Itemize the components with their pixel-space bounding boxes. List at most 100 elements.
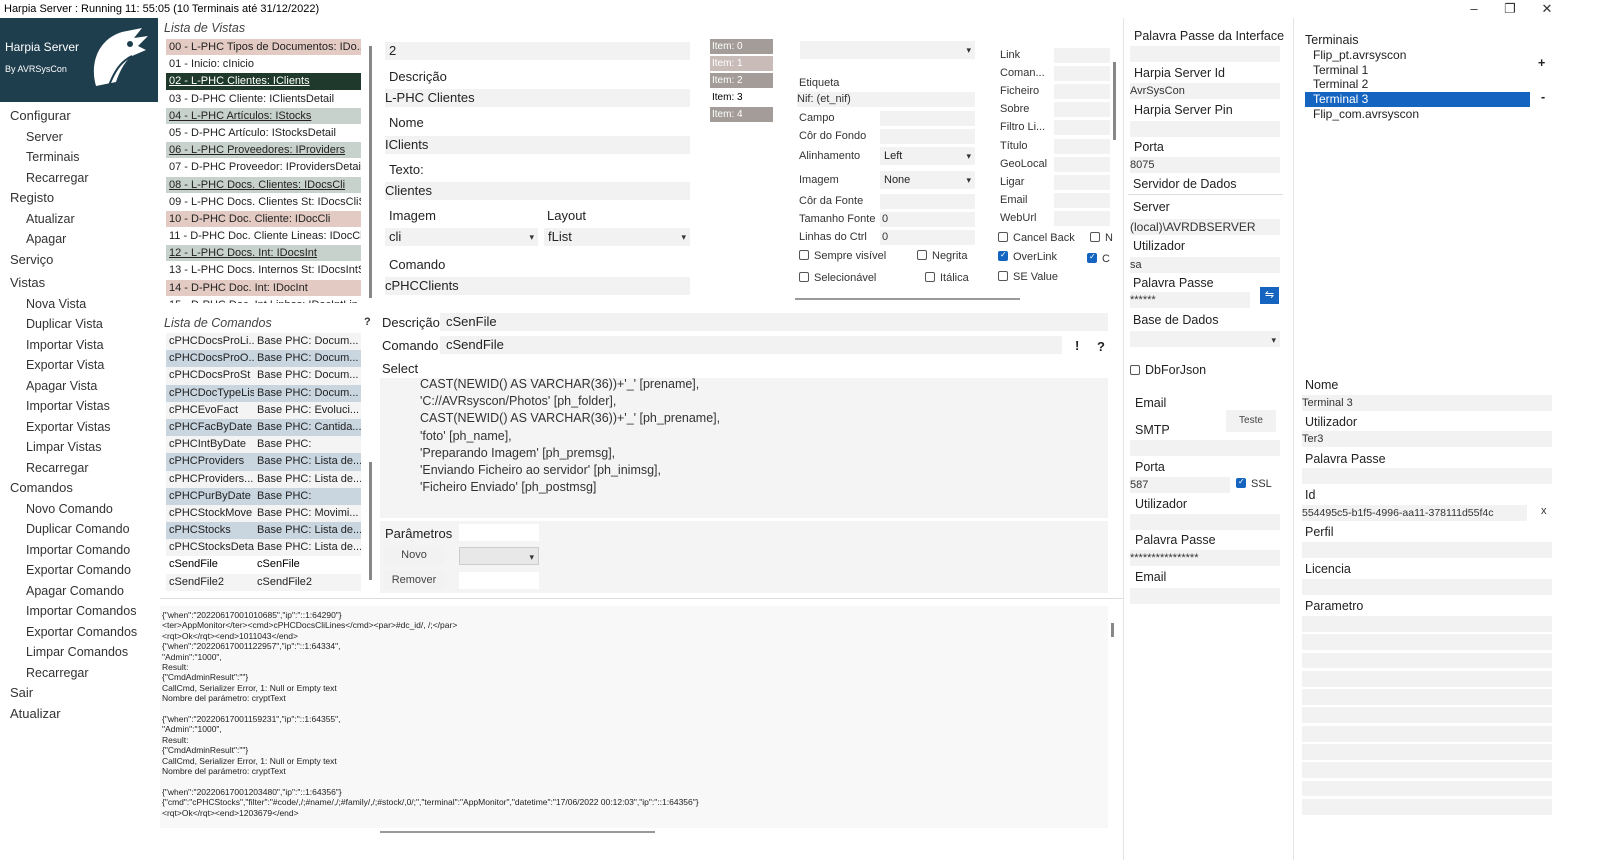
item-list-item[interactable]: Item: 2: [710, 73, 773, 88]
cmd-field[interactable]: cPHCClients: [385, 277, 690, 295]
cmd-desc-field[interactable]: cSenFile: [440, 313, 1108, 331]
terminal-list-item[interactable]: Terminal 3: [1305, 92, 1530, 107]
param-row-field[interactable]: [1302, 707, 1552, 724]
overlink-checkbox[interactable]: OverLink: [998, 250, 1057, 263]
name-field[interactable]: IClients: [385, 136, 690, 154]
etiqueta-field[interactable]: Nif: (et_nif): [797, 92, 975, 107]
view-number[interactable]: 2: [385, 42, 690, 60]
term-name-field[interactable]: Terminal 3: [1302, 395, 1552, 411]
n-checkbox[interactable]: N: [1090, 232, 1113, 244]
view-list-item[interactable]: 10 - D-PHC Doc. Cliente: IDocCli: [166, 210, 361, 229]
view-list-item[interactable]: 12 - L-PHC Docs. Int: IDocsInt: [166, 245, 361, 263]
table-row[interactable]: cPHCPurByDate Base PHC:: [166, 487, 361, 505]
menu-item[interactable]: Vistas: [0, 273, 158, 294]
menu-item[interactable]: Exportar Vista: [0, 355, 158, 376]
log-hscroll[interactable]: [380, 831, 655, 833]
param-row-field[interactable]: [1302, 725, 1552, 742]
menu-item[interactable]: Terminais: [0, 147, 158, 168]
table-row[interactable]: cPHCDocsProLi... Base PHC: Docum...: [166, 333, 361, 351]
term-perfil-field[interactable]: [1302, 542, 1552, 558]
smtp-user-field[interactable]: [1130, 514, 1280, 530]
cmd-help-button[interactable]: ?: [1097, 339, 1105, 354]
commands-scrollbar[interactable]: [369, 462, 372, 580]
param-select[interactable]: [459, 547, 539, 566]
smtp-field[interactable]: [1130, 440, 1280, 456]
campo-field[interactable]: [880, 111, 975, 126]
prop-geo-field[interactable]: [1054, 156, 1110, 172]
menu-item[interactable]: Recarregar: [0, 168, 158, 189]
ssl-checkbox[interactable]: SSL: [1236, 477, 1272, 490]
menu-item[interactable]: Exportar Comandos: [0, 622, 158, 643]
param-row-field[interactable]: [1302, 762, 1552, 779]
server-id-field[interactable]: AvrSysCon: [1130, 83, 1280, 99]
table-row[interactable]: cPHCFacByDate Base PHC: Cantida...: [166, 418, 361, 437]
menu-item[interactable]: Sair: [0, 683, 158, 704]
item-list-item[interactable]: Item: 4: [710, 107, 773, 122]
item-list-item[interactable]: Item: 1: [710, 56, 773, 71]
view-list-item[interactable]: 06 - L-PHC Proveedores: IProviders: [166, 142, 361, 160]
fonte-field[interactable]: [880, 194, 975, 209]
view-list-item[interactable]: 00 - L-PHC Tipos de Documentos: IDo...: [166, 39, 361, 57]
table-row[interactable]: cPHCDocsProSt Base PHC: Docum...: [166, 367, 361, 385]
table-row[interactable]: cPHCProviders... Base PHC: Lista de...: [166, 470, 361, 488]
item-list-item[interactable]: Item: 0: [710, 39, 773, 54]
smtp-email-field[interactable]: [1130, 588, 1280, 604]
linhas-field[interactable]: 0: [880, 230, 975, 245]
table-row[interactable]: cPHCDocsProO... Base PHC: Docum...: [166, 350, 361, 368]
menu-item[interactable]: Duplicar Comando: [0, 519, 158, 540]
term-id-field[interactable]: 554495c5-b1f5-4996-aa11-378111d55f4c: [1302, 505, 1527, 521]
desc-field[interactable]: L-PHC Clientes: [385, 89, 690, 107]
selec-checkbox[interactable]: Selecionável: [799, 272, 876, 284]
menu-item[interactable]: Limpar Comandos: [0, 642, 158, 663]
view-list-item[interactable]: 09 - L-PHC Docs. Clientes St: IDocsCliSt: [166, 193, 361, 211]
commands-help-button[interactable]: ?: [364, 316, 371, 328]
table-row[interactable]: cPHCEvoFact Base PHC: Evoluci...: [166, 401, 361, 419]
menu-item[interactable]: Importar Comandos: [0, 601, 158, 622]
prop-filtro-field[interactable]: [1054, 120, 1110, 136]
props-scrollbar[interactable]: [1113, 62, 1116, 140]
view-list-item[interactable]: 05 - D-PHC Artículo: IStocksDetail: [166, 124, 361, 143]
smtp-pass-field[interactable]: ****************: [1130, 550, 1280, 566]
terminals-list[interactable]: Flip_pt.avrsyscon Terminal 1 Terminal 2 Ter…: [1305, 48, 1530, 121]
db-user-field[interactable]: sa: [1130, 257, 1280, 273]
menu-item[interactable]: Importar Comando: [0, 540, 158, 561]
prop-link-field[interactable]: [1054, 48, 1110, 63]
menu-item[interactable]: Duplicar Vista: [0, 314, 158, 335]
sql-editor[interactable]: CAST(NEWID() AS VARCHAR(36))+'_' [prenam…: [380, 377, 1108, 518]
param-row-field[interactable]: [1302, 652, 1552, 669]
table-row[interactable]: cPHCStocksDetail Base PHC: Lista de...: [166, 539, 361, 557]
db-pass-field[interactable]: ******: [1130, 292, 1250, 308]
dbjson-checkbox[interactable]: DbForJson: [1130, 363, 1206, 377]
imagem-select[interactable]: None: [880, 171, 975, 189]
cancel-checkbox[interactable]: Cancel Back: [998, 232, 1075, 244]
items-list[interactable]: Item: 0 Item: 1 Item: 2 Item: 3 Item: 4: [710, 39, 773, 124]
tamanho-field[interactable]: 0: [880, 212, 975, 227]
exec-button[interactable]: !: [1075, 338, 1079, 353]
table-row[interactable]: cPHCStockMove Base PHC: Movimi...: [166, 504, 361, 523]
prop-titulo-field[interactable]: [1054, 138, 1110, 154]
menu-item[interactable]: Comandos: [0, 478, 158, 499]
params-field[interactable]: [459, 524, 539, 541]
fundo-field[interactable]: [880, 129, 975, 144]
view-list-item[interactable]: 13 - L-PHC Docs. Internos St: IDocsIntSt: [166, 262, 361, 280]
image-select[interactable]: cli: [385, 228, 538, 246]
param-row-field[interactable]: [1302, 616, 1552, 632]
prop-ligar-field[interactable]: [1054, 174, 1110, 190]
text-field[interactable]: Clientes: [385, 182, 690, 200]
server-pin-field[interactable]: [1130, 121, 1280, 137]
param-row-field[interactable]: [1302, 780, 1552, 797]
view-list-item[interactable]: 08 - L-PHC Docs. Clientes: IDocsCli: [166, 176, 361, 194]
param-row-field[interactable]: [1302, 634, 1552, 651]
smtp-port-field[interactable]: 587: [1130, 477, 1230, 493]
remove-terminal-button[interactable]: -: [1541, 90, 1545, 104]
prop-email-field[interactable]: [1054, 192, 1110, 208]
menu-item[interactable]: Recarregar: [0, 663, 158, 684]
log-panel[interactable]: {"when":"20220617001010685","ip":"::1:64…: [160, 606, 1108, 828]
terminal-list-item[interactable]: Flip_pt.avrsyscon: [1305, 48, 1530, 63]
term-licencia-field[interactable]: [1302, 579, 1552, 595]
db-server-field[interactable]: (local)\AVRDBSERVER: [1130, 219, 1280, 235]
item-list-item[interactable]: Item: 3: [710, 90, 773, 105]
porta-field[interactable]: 8075: [1130, 157, 1280, 173]
menu-item[interactable]: Atualizar: [0, 704, 158, 725]
term-pass-field[interactable]: [1302, 468, 1552, 484]
